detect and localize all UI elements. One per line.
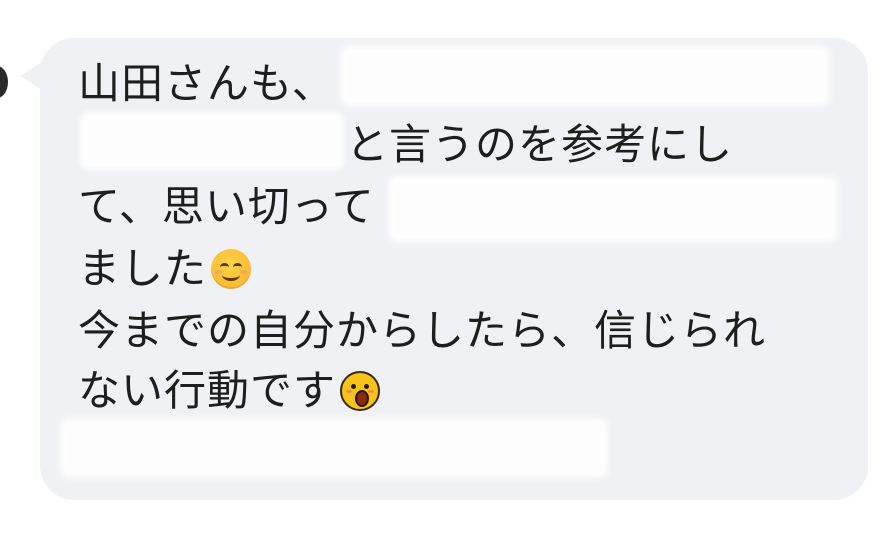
redacted-block-4	[60, 418, 608, 478]
redacted-block-3	[388, 176, 838, 242]
redacted-block-1	[340, 46, 830, 106]
sender-avatar[interactable]	[0, 66, 8, 98]
message-line-4: ました	[78, 240, 252, 298]
message-line-1: 山田さんも、	[78, 55, 335, 113]
message-line-3: て、思い切って	[78, 178, 375, 236]
message-text-6: ない行動です	[78, 366, 337, 415]
message-line-6: ない行動です	[78, 362, 381, 420]
message-line-5: 今までの自分からしたら、信じられ	[78, 302, 766, 360]
message-text-4: ました	[78, 244, 208, 293]
redacted-block-2	[80, 112, 344, 170]
message-text-1: 山田さんも、	[78, 59, 335, 108]
message-text-3: て、思い切って	[78, 182, 375, 231]
message-text-2: と言うのを参考にし	[346, 120, 734, 169]
smiling-face-emoji-icon	[211, 249, 252, 289]
bubble-tail	[20, 62, 42, 90]
shocked-face-emoji-icon	[340, 371, 381, 411]
chat-screenshot: 山田さんも、 と言うのを参考にし て、思い切って ました 今までの自分からしたら…	[0, 0, 888, 533]
message-text-5: 今までの自分からしたら、信じられ	[78, 306, 767, 355]
